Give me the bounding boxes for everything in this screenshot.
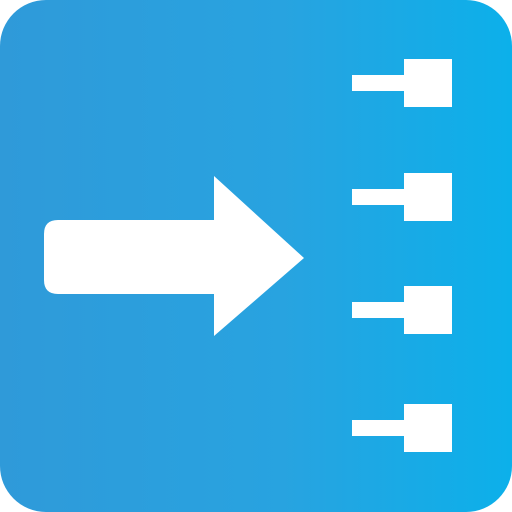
connector-lead <box>352 302 406 318</box>
connector-lead <box>352 75 406 91</box>
connector-pad <box>404 286 452 334</box>
connector-pad <box>404 59 452 107</box>
app-icon-graphic <box>0 0 512 512</box>
connector-lead <box>352 189 406 205</box>
app-icon <box>0 0 512 512</box>
connector-pad <box>404 404 452 452</box>
connector-pad <box>404 173 452 221</box>
connector-lead <box>352 420 406 436</box>
